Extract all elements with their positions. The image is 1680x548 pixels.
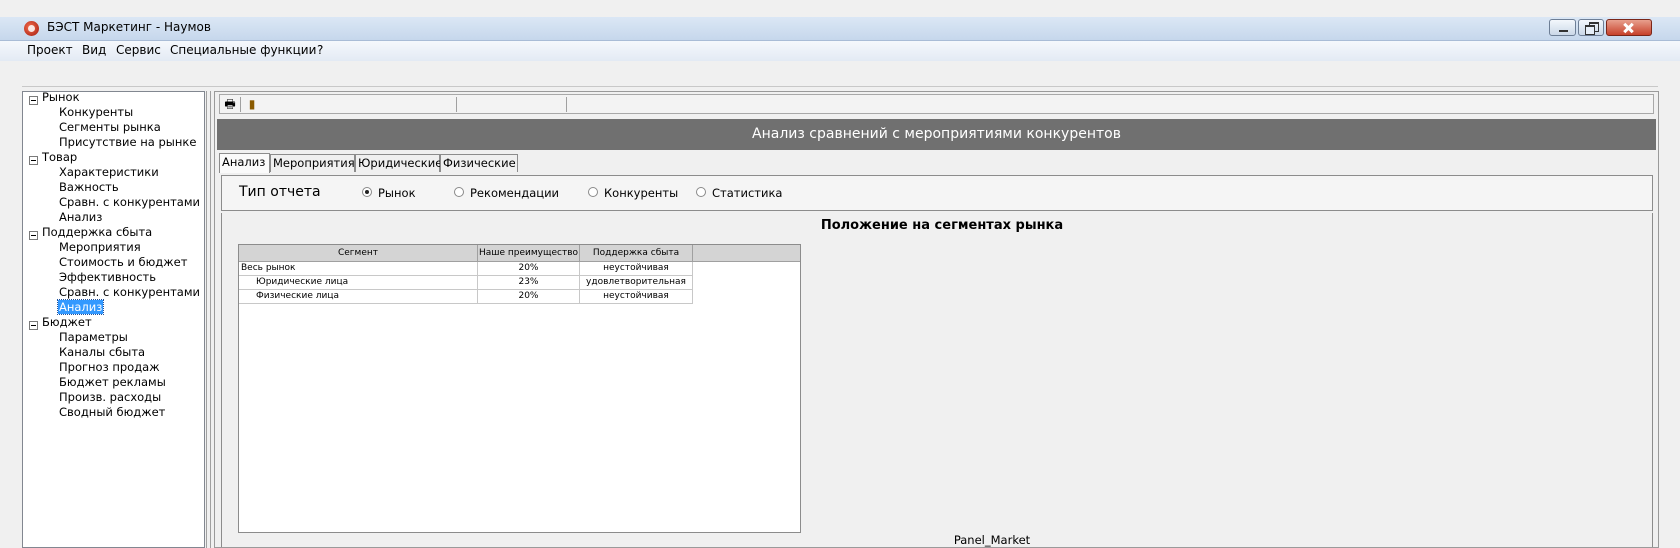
tree-item-summary-budget[interactable]: Сводный бюджет [59,405,165,419]
column-header-support[interactable]: Поддержка сбыта [580,245,693,262]
table-cell-segment[interactable]: Физические лица [239,290,478,304]
tree-item-ad-budget[interactable]: Бюджет рекламы [59,375,166,389]
tab-physical[interactable]: Физические [440,154,518,172]
collapse-icon[interactable] [29,156,38,165]
tree-item-product-analysis[interactable]: Анализ [59,210,102,224]
collapse-icon[interactable] [29,96,38,105]
table-cell-segment[interactable]: Весь рынок [239,262,478,276]
menu-special-functions[interactable]: Специальные функции [170,43,316,57]
menu-service[interactable]: Сервис [116,43,161,57]
tree-node-market[interactable]: Рынок [42,92,80,104]
table-cell-support[interactable]: неустойчивая [580,262,693,276]
navigation-tree: Рынок Конкуренты Сегменты рынка Присутст… [22,91,205,548]
bar-chart-icon[interactable]: ▮ [244,97,260,111]
tab-analysis[interactable]: Анализ [219,153,270,173]
pane-splitter[interactable] [206,91,211,548]
table-cell-advantage[interactable]: 20% [478,262,580,276]
report-type-group: Тип отчета Рынок Рекомендации Конкуренты… [221,175,1653,211]
main-toolbar-area [22,62,1658,87]
tree-item-efficiency[interactable]: Эффективность [59,270,156,284]
radio-unchecked-icon [454,187,464,197]
tree-item-product-compare[interactable]: Сравн. с конкурентами [59,195,200,209]
menu-bar: Проект Вид Сервис Специальные функции ? [0,41,1680,61]
tree-item-cost-budget[interactable]: Стоимость и бюджет [59,255,187,269]
tree-item-market-segments[interactable]: Сегменты рынка [59,120,161,134]
tab-legal[interactable]: Юридические [355,154,442,172]
tree-node-sales-support[interactable]: Поддержка сбыта [42,225,152,239]
table-cell-support[interactable]: неустойчивая [580,290,693,304]
title-bar: БЭСТ Маркетинг - Наумов [0,17,1680,41]
collapse-icon[interactable] [29,231,38,240]
content-pane: 🖶 ▮ Анализ сравнений с мероприятиями кон… [214,91,1659,548]
tree-node-product[interactable]: Товар [42,150,77,164]
minimize-button[interactable] [1549,19,1576,36]
menu-view[interactable]: Вид [82,43,106,57]
panel-caption: Panel_Market [953,533,1031,547]
tree-item-characteristics[interactable]: Характеристики [59,165,159,179]
window-title: БЭСТ Маркетинг - Наумов [47,20,211,34]
restore-button[interactable] [1578,19,1604,36]
table-cell-advantage[interactable]: 20% [478,290,580,304]
radio-unchecked-icon [696,187,706,197]
tree-node-budget[interactable]: Бюджет [42,315,92,329]
menu-project[interactable]: Проект [27,43,73,57]
column-header-empty [693,245,800,262]
report-type-label: Тип отчета [239,184,321,200]
report-title: Положение на сегментах рынка [820,218,1064,233]
tab-activities[interactable]: Мероприятия [270,154,355,172]
toolbar-separator [456,97,457,112]
tree-item-production-costs[interactable]: Произв. расходы [59,390,161,404]
radio-checked-icon [362,187,372,197]
report-toolbar: 🖶 ▮ [219,94,1654,114]
tree-item-market-presence[interactable]: Присутствие на рынке [59,135,196,149]
table-cell-segment[interactable]: Юридические лица [239,276,478,290]
tree-item-sales-forecast[interactable]: Прогноз продаж [59,360,160,374]
column-header-segment[interactable]: Сегмент [239,245,478,262]
table-cell-support[interactable]: удовлетворительная [580,276,693,290]
toolbar-separator [240,97,241,112]
table-cell-advantage[interactable]: 23% [478,276,580,290]
report-panel: Положение на сегментах рынка Сегмент Наш… [221,213,1653,547]
close-button[interactable] [1606,19,1652,36]
tree-item-importance[interactable]: Важность [59,180,119,194]
tree-item-support-compare[interactable]: Сравн. с конкурентами [59,285,200,299]
tree-item-parameters[interactable]: Параметры [59,330,128,344]
toolbar-separator [566,97,567,112]
radio-unchecked-icon [588,187,598,197]
tree-item-activities[interactable]: Мероприятия [59,240,141,254]
column-header-advantage[interactable]: Наше преимущество [478,245,580,262]
collapse-icon[interactable] [29,321,38,330]
page-banner: Анализ сравнений с мероприятиями конкуре… [217,119,1656,150]
tree-item-sales-channels[interactable]: Каналы сбыта [59,345,145,359]
app-logo-icon [24,21,39,36]
tree-item-competitors[interactable]: Конкуренты [59,105,133,119]
printer-icon[interactable]: 🖶 [222,97,238,111]
segments-table: Сегмент Наше преимущество Поддержка сбыт… [238,244,801,533]
tree-item-support-analysis[interactable]: Анализ [56,299,105,315]
menu-help[interactable]: ? [317,43,323,57]
